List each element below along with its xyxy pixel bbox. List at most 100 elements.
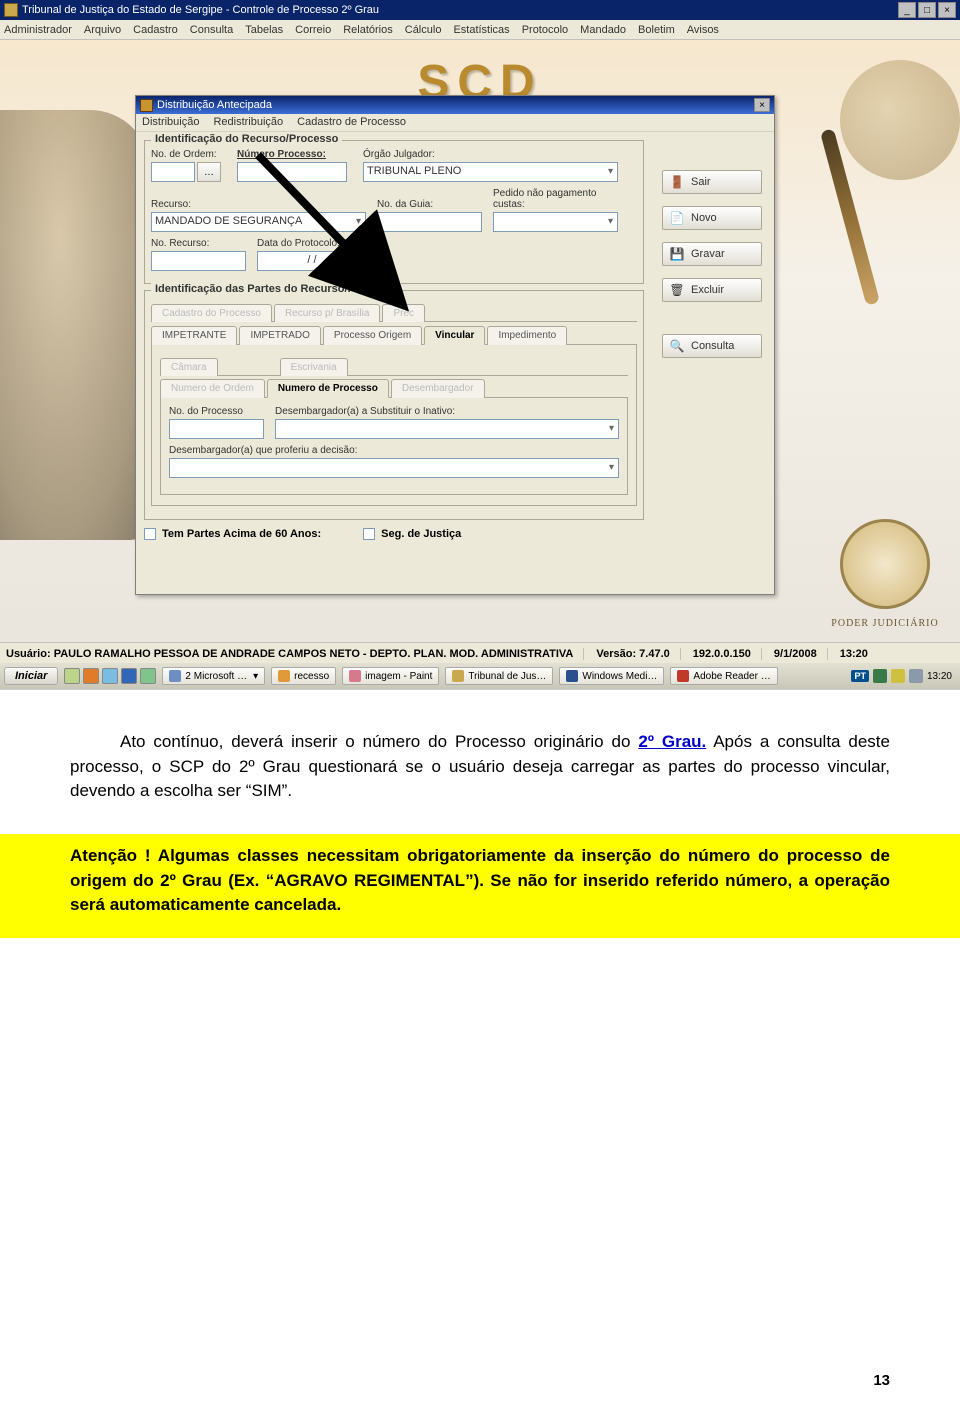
app-menubar: Administrador Arquivo Cadastro Consulta … (0, 20, 960, 40)
menu-calculo[interactable]: Cálculo (405, 24, 442, 36)
tab-cadastro-processo[interactable]: Cadastro do Processo (151, 304, 272, 322)
menu-consulta[interactable]: Consulta (190, 24, 233, 36)
btn-no-ordem-browse[interactable]: … (197, 162, 221, 182)
select-orgao-julgador[interactable]: TRIBUNAL PLENO (363, 162, 618, 182)
menu-estatisticas[interactable]: Estatísticas (453, 24, 509, 36)
status-versao-value: 7.47.0 (639, 648, 670, 660)
label-partes-60: Tem Partes Acima de 60 Anos: (162, 528, 321, 540)
select-pedido-custas[interactable] (493, 212, 618, 232)
input-no-do-processo[interactable] (169, 419, 264, 439)
select-desemb-substituir[interactable] (275, 419, 619, 439)
search-icon: 🔍 (669, 338, 685, 354)
screenshot-area: Tribunal de Justiça do Estado de Sergipe… (0, 0, 960, 690)
tray-icon[interactable] (891, 669, 905, 683)
dlg-menu-cadastro[interactable]: Cadastro de Processo (297, 116, 406, 129)
quick-launch (64, 668, 156, 684)
maximize-button[interactable]: □ (918, 2, 936, 18)
tab-camara[interactable]: Câmara (160, 358, 218, 376)
btn-novo-label: Novo (691, 212, 717, 224)
taskbar-task[interactable]: Windows Medi… (559, 667, 664, 685)
tab-desembargador[interactable]: Desembargador (391, 379, 485, 398)
taskbar-task[interactable]: imagem - Paint (342, 667, 439, 685)
input-numero-processo[interactable] (237, 162, 347, 182)
menu-avisos[interactable]: Avisos (687, 24, 719, 36)
taskbar-task[interactable]: recesso (271, 667, 336, 685)
label-seg-justica: Seg. de Justiça (381, 528, 461, 540)
btn-sair[interactable]: 🚪 Sair (662, 170, 762, 194)
app-task-icon (452, 670, 464, 682)
dlg-menu-redistribuicao[interactable]: Redistribuição (213, 116, 283, 129)
tab-vincular[interactable]: Vincular (424, 326, 485, 345)
task-label: Tribunal de Jus… (468, 671, 546, 682)
btn-gravar[interactable]: 💾 Gravar (662, 242, 762, 266)
tab-recurso-brasilia[interactable]: Recurso p/ Brasília (274, 304, 380, 322)
tab-prec[interactable]: Prec (382, 304, 425, 322)
dialog-side-buttons: 🚪 Sair 📄 Novo 💾 Gravar 🗑 Excluir 🔍 (662, 170, 762, 358)
dlg-menu-distribuicao[interactable]: Distribuição (142, 116, 199, 129)
taskbar-task[interactable]: 2 Microsoft …▾ (162, 667, 265, 685)
status-versao-label: Versão: (596, 648, 636, 660)
tab-impetrante[interactable]: IMPETRANTE (151, 326, 237, 345)
menu-protocolo[interactable]: Protocolo (522, 24, 568, 36)
quick-icon[interactable] (140, 668, 156, 684)
input-no-recurso[interactable] (151, 251, 246, 271)
background-statue-icon (0, 110, 150, 540)
language-badge[interactable]: PT (851, 670, 869, 682)
btn-consulta[interactable]: 🔍 Consulta (662, 334, 762, 358)
tabs-inner1: Câmara Escrivania (160, 357, 628, 376)
input-data-protocolo[interactable]: / / (257, 251, 367, 271)
menu-administrador[interactable]: Administrador (4, 24, 72, 36)
label-no-do-processo: No. do Processo (169, 406, 269, 417)
word-icon (169, 670, 181, 682)
quick-icon[interactable] (83, 668, 99, 684)
tab-impedimento[interactable]: Impedimento (487, 326, 567, 345)
legend-ident-recurso: Identificação do Recurso/Processo (151, 133, 342, 145)
select-recurso[interactable]: MANDADO DE SEGURANÇA (151, 212, 366, 232)
tab-numero-ordem[interactable]: Numero de Ordem (160, 379, 265, 398)
task-label: recesso (294, 671, 329, 682)
btn-novo[interactable]: 📄 Novo (662, 206, 762, 230)
menu-tabelas[interactable]: Tabelas (245, 24, 283, 36)
input-no-guia[interactable] (377, 212, 482, 232)
paint-icon (349, 670, 361, 682)
label-no-guia: No. da Guia: (377, 199, 487, 210)
tray-icon[interactable] (909, 669, 923, 683)
tab-processo-origem[interactable]: Processo Origem (323, 326, 422, 345)
dialog-close-button[interactable]: × (754, 98, 770, 112)
minimize-button[interactable]: _ (898, 2, 916, 18)
quick-icon[interactable] (64, 668, 80, 684)
background-crest-text: PODER JUDICIÁRIO (820, 618, 950, 629)
quick-icon[interactable] (121, 668, 137, 684)
menu-arquivo[interactable]: Arquivo (84, 24, 121, 36)
start-button[interactable]: Iniciar (4, 667, 58, 685)
btn-gravar-label: Gravar (691, 248, 725, 260)
tab-escrivania[interactable]: Escrivania (280, 358, 348, 376)
app-titlebar: Tribunal de Justiça do Estado de Sergipe… (0, 0, 960, 20)
checkbox-partes-60[interactable] (144, 528, 156, 540)
tray-icon[interactable] (873, 669, 887, 683)
quick-icon[interactable] (102, 668, 118, 684)
checkbox-seg-justica[interactable] (363, 528, 375, 540)
close-button[interactable]: × (938, 2, 956, 18)
window-buttons: _ □ × (898, 2, 956, 18)
task-label: Windows Medi… (582, 671, 657, 682)
select-desemb-decisao[interactable] (169, 458, 619, 478)
doc-text-a: Ato contínuo, deverá inserir o número do… (120, 732, 638, 751)
input-no-ordem[interactable] (151, 162, 195, 182)
taskbar-task[interactable]: Tribunal de Jus… (445, 667, 553, 685)
btn-excluir[interactable]: 🗑 Excluir (662, 278, 762, 302)
menu-cadastro[interactable]: Cadastro (133, 24, 178, 36)
status-usuario-value: PAULO RAMALHO PESSOA DE ANDRADE CAMPOS N… (54, 648, 574, 660)
tabbody-numero-processo: No. do Processo Desembargador(a) a Subst… (160, 398, 628, 495)
menu-relatorios[interactable]: Relatórios (343, 24, 393, 36)
tab-impetrado[interactable]: IMPETRADO (239, 326, 320, 345)
menu-boletim[interactable]: Boletim (638, 24, 675, 36)
tabs-mid: IMPETRANTE IMPETRADO Processo Origem Vin… (151, 325, 637, 345)
fieldset-identificacao-recurso: Identificação do Recurso/Processo No. de… (144, 140, 644, 284)
tab-numero-processo-inner[interactable]: Numero de Processo (267, 379, 389, 398)
menu-correio[interactable]: Correio (295, 24, 331, 36)
windows-taskbar: Iniciar 2 Microsoft …▾ recesso imagem - … (0, 663, 960, 689)
menu-mandado[interactable]: Mandado (580, 24, 626, 36)
label-desemb-substituir: Desembargador(a) a Substituir o Inativo: (275, 406, 619, 417)
taskbar-task[interactable]: Adobe Reader … (670, 667, 777, 685)
